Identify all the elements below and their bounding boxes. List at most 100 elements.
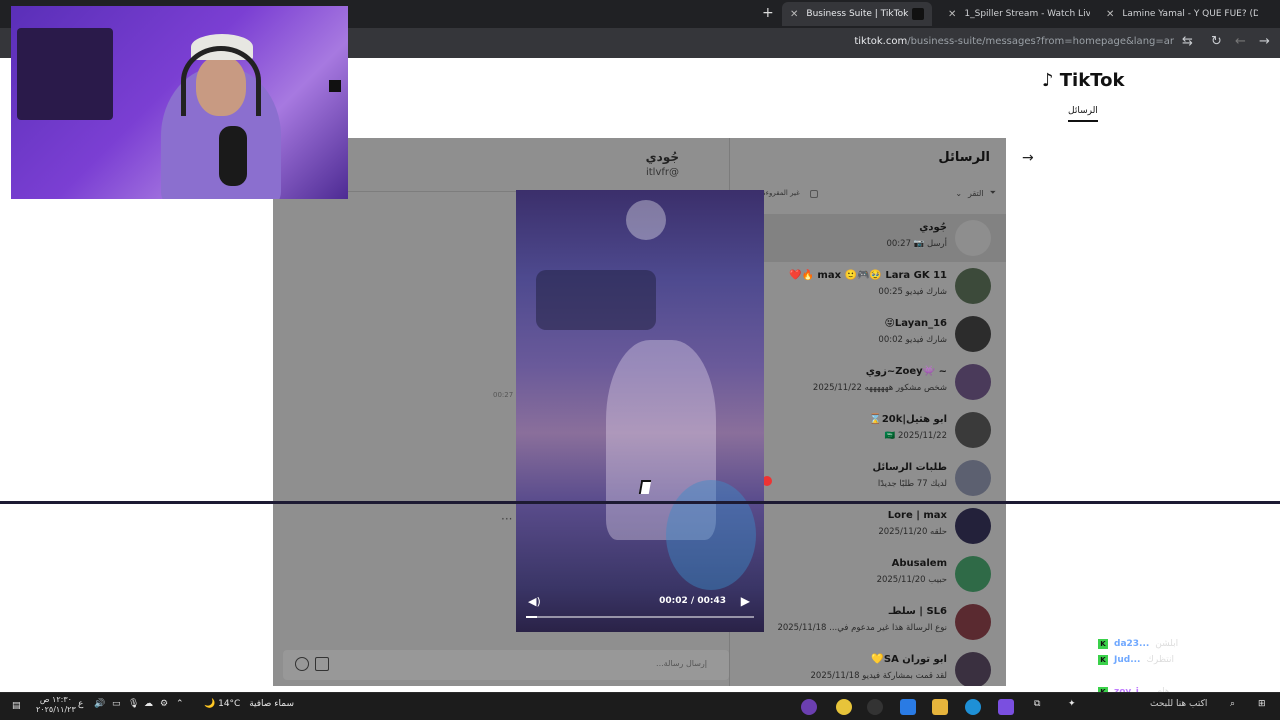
site-settings-icon[interactable]: ⇆ <box>1182 34 1193 49</box>
close-tab-icon[interactable]: ✕ <box>948 9 956 20</box>
tab-messages[interactable]: الرسائل <box>1068 106 1098 122</box>
avatar <box>955 364 991 400</box>
conversation-item[interactable]: SL6 | سلطـ نوع الرسالة هذا غير مدعوم في.… <box>730 598 1006 646</box>
chat-contact-name[interactable]: جُودي <box>646 150 679 164</box>
conversation-name: Layan_16😝 <box>884 318 947 329</box>
search-icon[interactable]: ⌕ <box>1230 699 1235 709</box>
kick-badge-icon: K <box>1098 639 1108 649</box>
close-tab-icon[interactable]: ✕ <box>1106 9 1114 20</box>
emoji-icon[interactable] <box>295 657 309 671</box>
reload-icon[interactable]: ↻ <box>1211 34 1222 49</box>
system-clock[interactable]: ١٢:٣٠ ص ٢٠٢٥/١١/٢٣ <box>36 695 76 715</box>
play-icon[interactable]: ▶ <box>741 594 750 608</box>
headphones-icon <box>181 46 261 116</box>
chevron-down-icon[interactable]: ⌄ <box>955 189 962 198</box>
tab-title: Lamine Yamal - Y QUE FUE? (D <box>1122 9 1258 19</box>
logo-text: TikTok <box>1059 70 1125 91</box>
conversation-item[interactable]: Layan_16😝 شارك فيديو 00:02 <box>730 310 1006 358</box>
close-tab-icon[interactable]: ✕ <box>790 9 798 20</box>
url-field[interactable]: tiktok.com/business-suite/messages?from=… <box>854 36 1174 47</box>
filter-label: التقر <box>968 188 984 198</box>
cloud-icon[interactable]: ☁ <box>144 699 153 709</box>
tab-lamine-yamal[interactable]: ✕ Lamine Yamal - Y QUE FUE? (D <box>1098 2 1258 26</box>
tab-spiller-stream[interactable]: ✕ 1_Spiller Stream - Watch Live o <box>940 2 1090 26</box>
tiktok-logo[interactable]: ♪ TikTok <box>1042 70 1124 91</box>
conversation-preview: شخص مشكور ههههههه 2025/11/22 <box>812 383 947 393</box>
obs-icon[interactable] <box>867 699 883 715</box>
conversation-preview: 2025/11/22 🇸🇦 <box>884 431 947 441</box>
conversation-item[interactable]: ~ 👾Zoey~زوي شخص مشكور ههههههه 2025/11/22 <box>730 358 1006 406</box>
stream-chat-message: K da23... ابلشن <box>1098 636 1248 652</box>
file-explorer-icon[interactable] <box>932 699 948 715</box>
notifications-icon[interactable]: ▤ <box>12 701 21 711</box>
conversation-item[interactable]: جُودي أرسل 📷 00:27 <box>730 214 1006 262</box>
avatar <box>955 412 991 448</box>
video-progress-bar[interactable] <box>526 616 754 618</box>
filter-control[interactable]: ⏷ التقر ⌄ <box>955 188 996 198</box>
conversation-name: Lore | max <box>887 510 947 521</box>
video-table <box>536 270 656 330</box>
inbox-title: الرسائل <box>938 150 990 165</box>
avatar <box>955 220 991 256</box>
tiktok-favicon-icon <box>912 8 924 20</box>
message-requests-icon <box>955 460 991 496</box>
url-host: tiktok.com <box>854 36 908 47</box>
chat-contact-handle: itlvfr@ <box>645 167 679 178</box>
stream-chat-message: K Jud... انتظرك <box>1098 652 1248 668</box>
conversation-item[interactable]: ابو هثيل|20k⌛ 2025/11/22 🇸🇦 <box>730 406 1006 454</box>
microphone-icon <box>219 126 247 186</box>
image-upload-icon[interactable] <box>315 657 329 671</box>
volume-icon[interactable]: ◀) <box>528 595 541 608</box>
chrome-icon[interactable] <box>836 699 852 715</box>
avatar <box>955 556 991 592</box>
taskbar-app-icon[interactable] <box>801 699 817 715</box>
message-composer[interactable]: إرسال رسالة... <box>283 650 729 680</box>
message-timestamp: 00:27 <box>493 391 514 399</box>
copilot-icon[interactable] <box>998 699 1014 715</box>
mic-tray-icon[interactable]: 🎙 <box>128 699 139 709</box>
tray-app-icon[interactable]: ⚙ <box>160 699 168 709</box>
conversation-preview: لديك 77 طلبًا جديدًا <box>877 479 947 489</box>
chevron-up-icon[interactable]: ⌃ <box>176 699 184 709</box>
chat-text: ابلشن <box>1155 639 1179 649</box>
taskbar-search-field[interactable]: اكتب هنا للبحث <box>1150 699 1207 709</box>
volume-tray-icon[interactable]: 🔊 <box>94 699 105 709</box>
language-indicator[interactable]: ع <box>78 699 83 709</box>
conversation-item[interactable]: Lore | max حلقه 2025/11/20 <box>730 502 1006 550</box>
store-icon[interactable] <box>900 699 916 715</box>
conversation-item[interactable]: max 🙂🎮🥹 Lara GK 11 🔥❤️ شارك فيديو 00:25 <box>730 262 1006 310</box>
conversation-name: جُودي <box>919 222 947 233</box>
composer-placeholder: إرسال رسالة... <box>656 659 707 668</box>
weather-text: سماء صافية <box>249 699 295 709</box>
moon-icon: 🌙 <box>204 699 216 709</box>
tab-title: Business Suite | TikTok <box>806 9 909 19</box>
back-arrow-icon[interactable]: → <box>1022 150 1040 168</box>
conversation-name: ابو توران SA💛 <box>871 654 947 665</box>
conversation-preview: نوع الرسالة هذا غير مدعوم في... 2025/11/… <box>777 623 947 633</box>
video-player[interactable]: ◀) 00:02 / 00:43 ▶ <box>516 190 764 632</box>
conversation-name: max 🙂🎮🥹 Lara GK 11 🔥❤️ <box>789 270 947 281</box>
copilot-sparkle-icon[interactable]: ✦ <box>1068 699 1076 709</box>
task-view-icon[interactable]: ⧉ <box>1034 699 1040 709</box>
conversation-item[interactable]: ابو توران SA💛 لقد قمت بمشاركة فيديو 2025… <box>730 646 1006 686</box>
conversation-name: ابو هثيل|20k⌛ <box>869 414 947 425</box>
start-icon[interactable]: ⊞ <box>1258 699 1266 709</box>
network-icon[interactable]: ▭ <box>112 699 121 709</box>
new-tab-button[interactable]: + <box>762 5 774 21</box>
tab-business-suite[interactable]: ✕ Business Suite | TikTok <box>782 2 932 26</box>
back-icon[interactable]: → <box>1259 34 1270 49</box>
conversation-item[interactable]: Abusalem حبيب 2025/11/20 <box>730 550 1006 598</box>
weather-widget[interactable]: 🌙 14°C سماء صافية <box>204 699 294 709</box>
weather-temp: 14°C <box>218 699 241 709</box>
filter-icon[interactable]: ⏷ <box>990 188 996 198</box>
forward-icon[interactable]: ← <box>1235 34 1246 49</box>
message-more-icon[interactable]: ··· <box>501 512 512 526</box>
webcam-light <box>329 80 341 92</box>
stream-chat-overlay: K da23... ابلشن K Jud... انتظرك K zoy_j.… <box>1098 636 1248 700</box>
edge-icon[interactable] <box>965 699 981 715</box>
conversation-name: ~ 👾Zoey~زوي <box>865 366 947 377</box>
chat-username: Jud... <box>1114 655 1141 665</box>
unread-checkbox[interactable] <box>810 190 818 198</box>
chat-text: انتظرك <box>1146 655 1174 665</box>
tab-title: 1_Spiller Stream - Watch Live o <box>964 9 1090 19</box>
